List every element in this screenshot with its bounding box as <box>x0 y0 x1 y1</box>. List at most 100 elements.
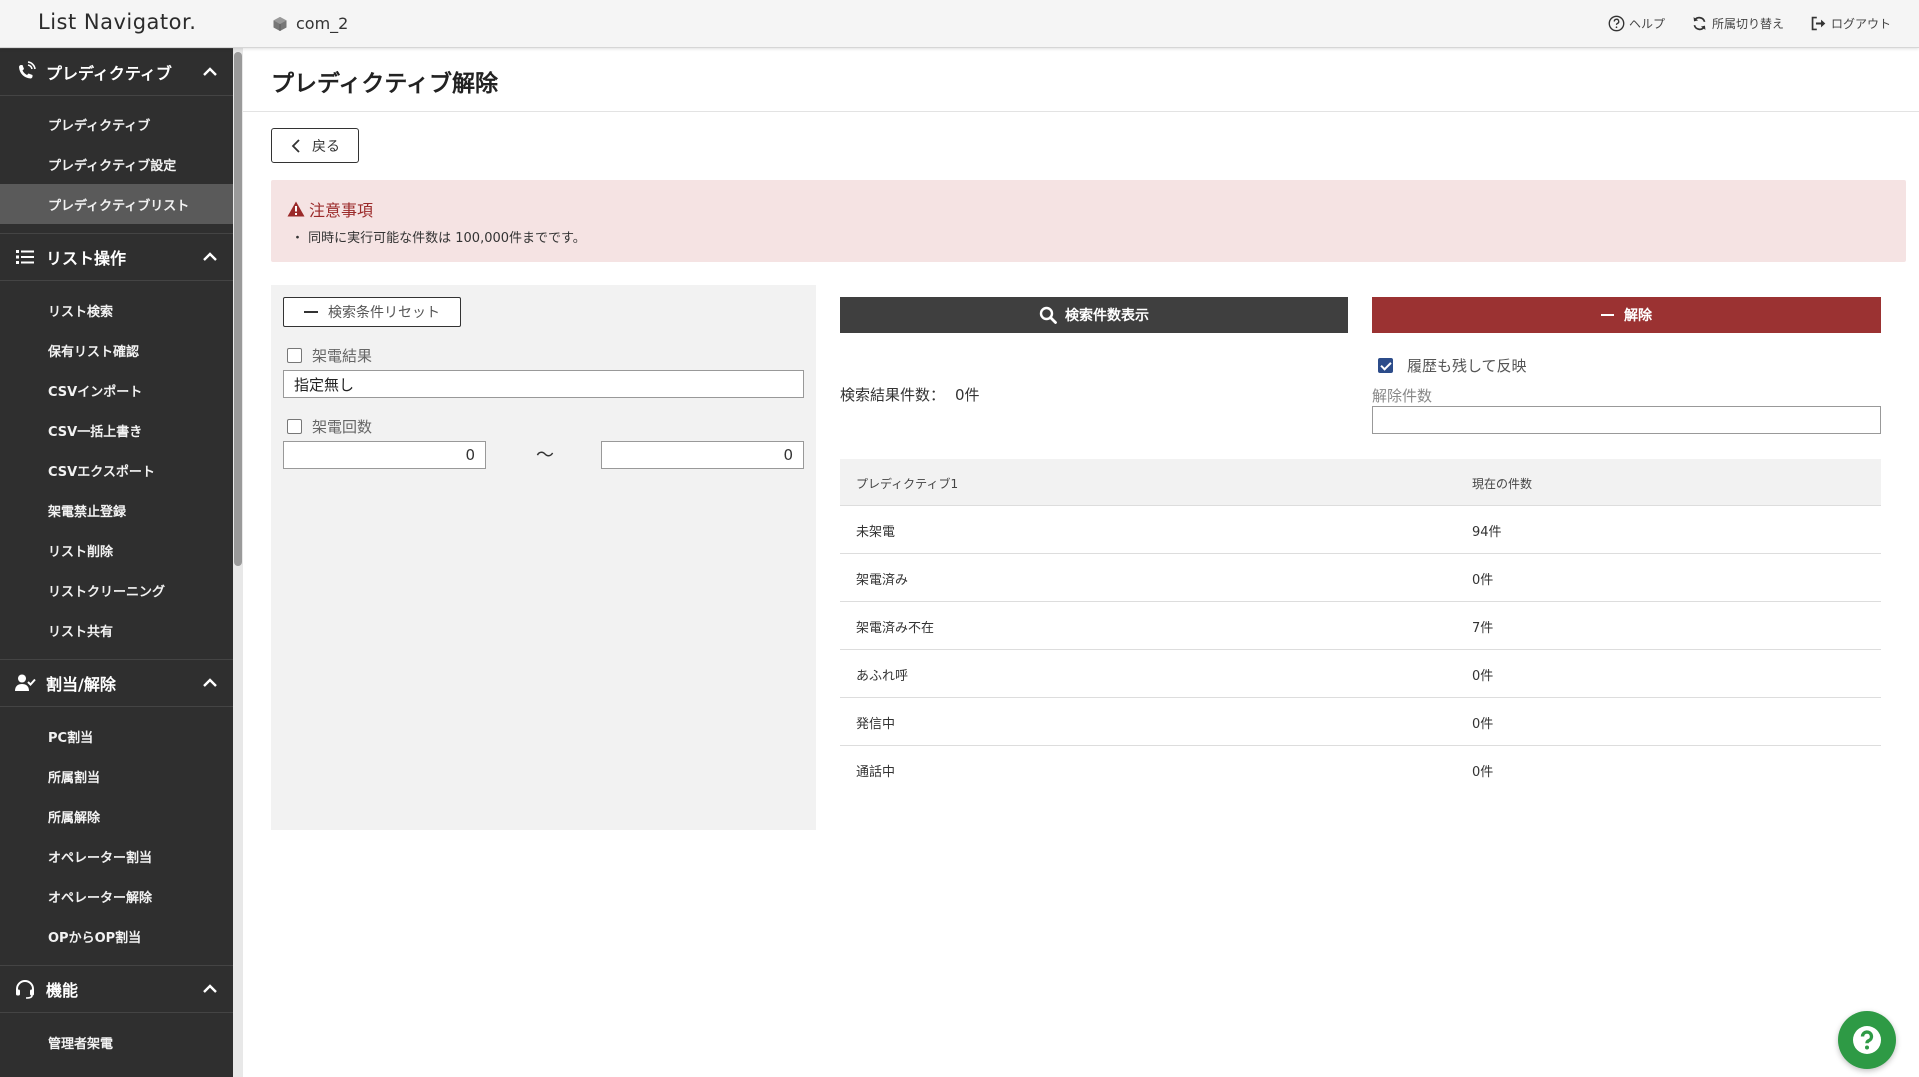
chevron-up-icon[interactable] <box>201 63 219 81</box>
table-cell-count: 7件 <box>1472 621 1494 636</box>
call-count-to-input[interactable] <box>601 441 804 469</box>
sidebar: プレディクティブ プレディクティブ プレディクティブ設定 プレディクティブリスト… <box>0 48 243 1077</box>
list-icon <box>16 250 34 264</box>
table-header: プレディクティブ1 現在の件数 <box>840 459 1881 506</box>
sidebar-item-predictive-settings[interactable]: プレディクティブ設定 <box>0 144 233 184</box>
table-row: あふれ呼 0件 <box>840 650 1881 698</box>
sidebar-item-op-to-op-assign[interactable]: OPからOP割当 <box>0 916 233 956</box>
sidebar-item-list-cleaning[interactable]: リストクリーニング <box>0 570 233 610</box>
page-title: プレディクティブ解除 <box>271 71 499 97</box>
chevron-up-icon[interactable] <box>201 674 219 692</box>
sidebar-item-operator-release[interactable]: オペレーター解除 <box>0 876 233 916</box>
search-count-button[interactable]: 検索件数表示 <box>840 297 1348 333</box>
call-result-select[interactable]: 指定無し <box>283 370 804 398</box>
sidebar-item-pc-assign[interactable]: PC割当 <box>0 716 233 756</box>
table-cell-count: 0件 <box>1472 717 1494 732</box>
table-cell-status: 発信中 <box>856 717 896 732</box>
table-cell-status: 架電済み不在 <box>856 621 935 636</box>
cube-icon <box>273 16 287 31</box>
notice-box: 注意事項 ・ 同時に実行可能な件数は 100,000件までです。 <box>271 180 1906 262</box>
top-bar: List Navigator. com_2 ヘルプ 所属切り替え ログアウト <box>0 0 1919 48</box>
logout-link[interactable]: ログアウト <box>1810 15 1891 32</box>
sidebar-section-assign[interactable]: 割当/解除 <box>0 659 233 707</box>
refresh-icon <box>1693 16 1706 31</box>
result-count-value: 0件 <box>955 386 980 404</box>
chevron-up-icon[interactable] <box>201 980 219 998</box>
headset-icon <box>16 980 34 999</box>
sidebar-item-admin-call[interactable]: 管理者架電 <box>0 1022 233 1062</box>
sidebar-item-list-delete[interactable]: リスト削除 <box>0 530 233 570</box>
call-result-checkbox[interactable] <box>287 348 302 363</box>
app-logo[interactable]: List Navigator. <box>38 10 196 34</box>
chevron-up-icon[interactable] <box>201 248 219 266</box>
table-cell-count: 94件 <box>1472 525 1502 540</box>
back-button[interactable]: 戻る <box>271 128 359 163</box>
table-cell-count: 0件 <box>1472 669 1494 684</box>
table-cell-status: あふれ呼 <box>856 669 909 684</box>
back-label: 戻る <box>312 138 340 155</box>
help-link[interactable]: ヘルプ <box>1608 15 1665 32</box>
range-separator: 〜 <box>536 445 554 466</box>
keep-history-label: 履歴も残して反映 <box>1407 357 1527 375</box>
sidebar-item-predictive-list[interactable]: プレディクティブリスト <box>0 184 233 224</box>
user-check-icon <box>15 674 36 691</box>
release-count-input[interactable] <box>1372 406 1881 434</box>
sidebar-item-call-block[interactable]: 架電禁止登録 <box>0 490 233 530</box>
sidebar-item-list-search[interactable]: リスト検索 <box>0 290 233 330</box>
sidebar-section-label: 機能 <box>46 981 79 1000</box>
reset-filter-label: 検索条件リセット <box>328 305 440 321</box>
sidebar-scrollbar-thumb[interactable] <box>234 52 242 566</box>
table-cell-status: 架電済み <box>856 573 909 588</box>
release-button[interactable]: 解除 <box>1372 297 1881 333</box>
switch-label: 所属切り替え <box>1711 17 1784 31</box>
sidebar-item-owned-list[interactable]: 保有リスト確認 <box>0 330 233 370</box>
table-row: 架電済み不在 7件 <box>840 602 1881 650</box>
table-row: 通話中 0件 <box>840 746 1881 794</box>
notice-text: ・ 同時に実行可能な件数は 100,000件までです。 <box>291 231 586 246</box>
release-count-label: 解除件数 <box>1372 387 1433 405</box>
notice-title: 注意事項 <box>287 197 373 221</box>
table-cell-count: 0件 <box>1472 765 1494 780</box>
release-label: 解除 <box>1624 308 1652 324</box>
call-result-label: 架電結果 <box>312 347 373 365</box>
help-floating-button[interactable] <box>1838 1011 1896 1069</box>
sidebar-section-list-ops[interactable]: リスト操作 <box>0 233 233 281</box>
reset-filter-button[interactable]: 検索条件リセット <box>283 297 461 327</box>
title-divider <box>243 111 1919 112</box>
call-count-from-input[interactable] <box>283 441 486 469</box>
search-count-label: 検索件数表示 <box>1065 308 1149 324</box>
question-circle-icon <box>1853 1026 1881 1054</box>
warning-icon <box>287 201 305 217</box>
table-row: 架電済み 0件 <box>840 554 1881 602</box>
switch-affiliation-link[interactable]: 所属切り替え <box>1691 15 1784 32</box>
table-cell-count: 0件 <box>1472 573 1494 588</box>
sidebar-item-predictive[interactable]: プレディクティブ <box>0 104 233 144</box>
table-header-status: プレディクティブ1 <box>856 477 959 491</box>
logout-label: ログアウト <box>1830 17 1891 31</box>
result-count-label: 検索結果件数： <box>840 386 946 404</box>
minus-icon <box>304 311 318 313</box>
sidebar-item-csv-export[interactable]: CSVエクスポート <box>0 450 233 490</box>
sidebar-item-affiliation-release[interactable]: 所属解除 <box>0 796 233 836</box>
search-result-count: 検索結果件数： 0件 <box>840 384 980 405</box>
sidebar-item-list-share[interactable]: リスト共有 <box>0 610 233 650</box>
search-icon <box>1039 306 1057 324</box>
sidebar-item-csv-import[interactable]: CSVインポート <box>0 370 233 410</box>
company-name: com_2 <box>272 14 348 33</box>
sidebar-section-predictive[interactable]: プレディクティブ <box>0 48 233 96</box>
keep-history-checkbox[interactable] <box>1378 358 1393 373</box>
call-result-checkbox-row: 架電結果 <box>287 345 372 366</box>
table-cell-status: 通話中 <box>856 765 896 780</box>
help-label: ヘルプ <box>1628 17 1665 31</box>
table-cell-status: 未架電 <box>856 525 896 540</box>
table-row: 未架電 94件 <box>840 506 1881 554</box>
sidebar-item-operator-assign[interactable]: オペレーター割当 <box>0 836 233 876</box>
call-count-checkbox-row: 架電回数 <box>287 416 372 437</box>
table-header-count: 現在の件数 <box>1472 477 1533 491</box>
sidebar-item-csv-overwrite[interactable]: CSV一括上書き <box>0 410 233 450</box>
call-count-checkbox[interactable] <box>287 419 302 434</box>
sidebar-scrollbar[interactable] <box>233 48 243 1077</box>
logout-icon <box>1811 16 1826 31</box>
sidebar-item-affiliation-assign[interactable]: 所属割当 <box>0 756 233 796</box>
sidebar-section-functions[interactable]: 機能 <box>0 965 233 1013</box>
